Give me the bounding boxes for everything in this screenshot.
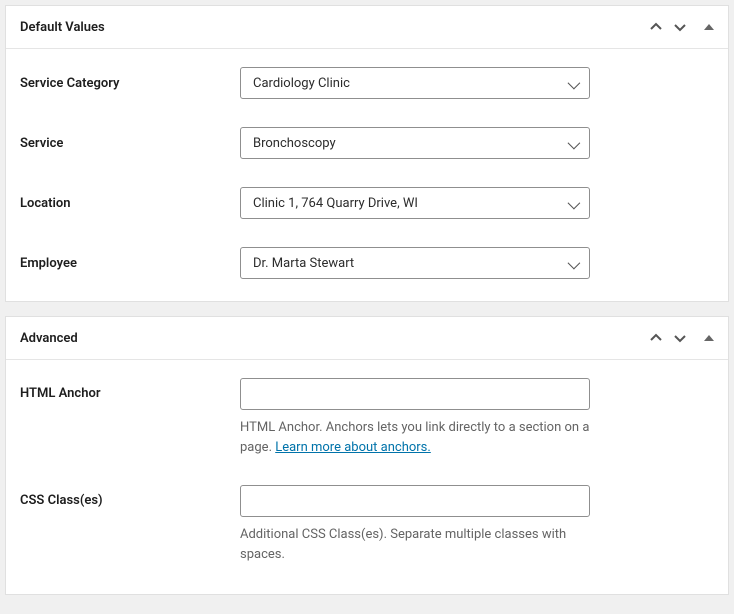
panel-body: HTML Anchor HTML Anchor. Anchors lets yo… [6,360,728,594]
panel-title: Default Values [20,20,646,35]
collapse-toggle[interactable] [704,335,714,341]
select-location[interactable]: Clinic 1, 764 Quarry Drive, WI [240,187,590,219]
panel-controls [646,328,714,348]
field-css-classes: CSS Class(es) Additional CSS Class(es). … [20,485,714,564]
label-service: Service [20,136,240,151]
input-html-anchor[interactable] [240,378,590,410]
label-location: Location [20,196,240,211]
select-value: Clinic 1, 764 Quarry Drive, WI [253,196,418,211]
collapse-toggle[interactable] [704,24,714,30]
learn-more-link[interactable]: Learn more about anchors. [275,440,431,455]
panel-controls [646,17,714,37]
select-value: Dr. Marta Stewart [253,256,354,271]
panel-default-values: Default Values Service Category Cardiolo… [5,5,729,302]
panel-body: Service Category Cardiology Clinic Servi… [6,49,728,301]
label-css-classes: CSS Class(es) [20,485,240,508]
input-css-classes[interactable] [240,485,590,517]
label-employee: Employee [20,256,240,271]
select-employee[interactable]: Dr. Marta Stewart [240,247,590,279]
field-html-anchor: HTML Anchor HTML Anchor. Anchors lets yo… [20,378,714,457]
move-down-button[interactable] [670,328,690,348]
help-html-anchor: HTML Anchor. Anchors lets you link direc… [240,418,590,457]
label-html-anchor: HTML Anchor [20,378,240,401]
select-value: Cardiology Clinic [253,76,350,91]
panel-header-advanced: Advanced [6,317,728,360]
field-location: Location Clinic 1, 764 Quarry Drive, WI [20,187,714,219]
select-service[interactable]: Bronchoscopy [240,127,590,159]
help-css-classes: Additional CSS Class(es). Separate multi… [240,525,590,564]
panel-advanced: Advanced HTML Anchor HTML Anchor. Anchor… [5,316,729,595]
field-service: Service Bronchoscopy [20,127,714,159]
label-service-category: Service Category [20,76,240,91]
move-down-button[interactable] [670,17,690,37]
field-service-category: Service Category Cardiology Clinic [20,67,714,99]
field-employee: Employee Dr. Marta Stewart [20,247,714,279]
move-up-button[interactable] [646,17,666,37]
panel-title: Advanced [20,331,646,346]
move-up-button[interactable] [646,328,666,348]
select-value: Bronchoscopy [253,136,336,151]
panel-header-default-values: Default Values [6,6,728,49]
select-service-category[interactable]: Cardiology Clinic [240,67,590,99]
